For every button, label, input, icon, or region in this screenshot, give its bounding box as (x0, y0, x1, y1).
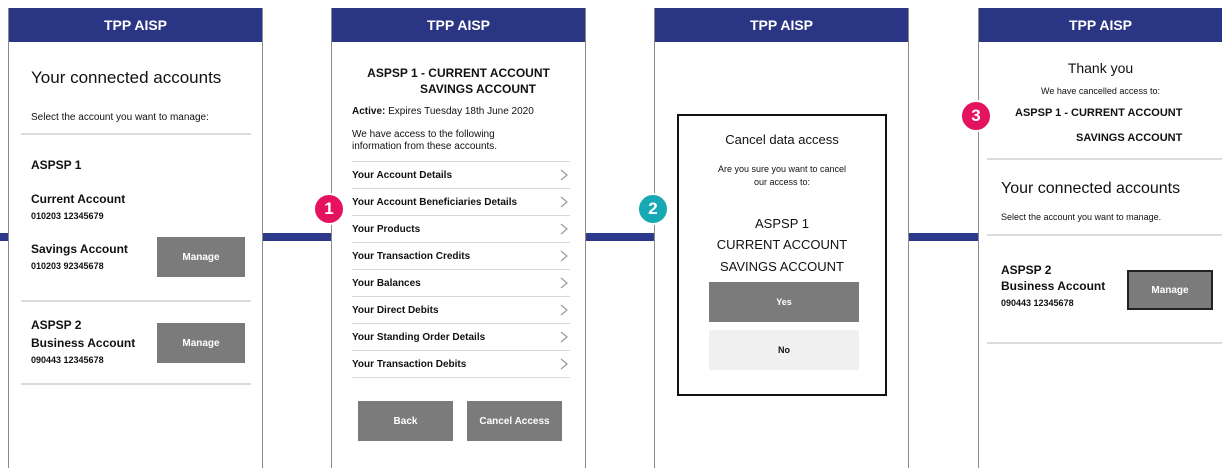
access-item-label: Your Transaction Credits (352, 250, 471, 262)
screen-cancelled-confirmation: TPP AISP Thank you We have cancelled acc… (978, 8, 1222, 468)
chevron-right-icon (558, 358, 570, 370)
screen-account-access: TPP AISP ASPSP 1 - CURRENT ACCOUNT SAVIN… (331, 8, 586, 468)
divider (21, 300, 251, 302)
access-item-row[interactable]: Your Products (352, 215, 570, 242)
app-header: TPP AISP (9, 8, 262, 42)
flow-connector-2 (262, 233, 331, 241)
dialog-bank: ASPSP 1 (755, 216, 809, 231)
access-description: We have access to the following (352, 129, 495, 140)
step-badge-2: 2 (637, 193, 669, 225)
access-item-row[interactable]: Your Direct Debits (352, 296, 570, 323)
chevron-right-icon (558, 304, 570, 316)
divider (21, 383, 251, 385)
access-item-row[interactable]: Your Standing Order Details (352, 323, 570, 350)
access-item-label: Your Standing Order Details (352, 331, 486, 343)
dialog-account: CURRENT ACCOUNT (716, 237, 848, 252)
account-number: 090443 12345678 (31, 355, 104, 365)
yes-button[interactable]: Yes (709, 282, 859, 322)
manage-button[interactable]: Manage (157, 237, 245, 277)
manage-button[interactable]: Manage (1127, 270, 1213, 310)
instruction-text: Select the account you want to manage: (31, 112, 209, 123)
account-name: Savings Account (31, 242, 128, 256)
cancel-access-button[interactable]: Cancel Access (467, 401, 562, 441)
thank-you-title: Thank you (1067, 60, 1134, 76)
flow-connector-1 (0, 233, 8, 241)
bank-name: ASPSP 2 (1001, 263, 1052, 277)
chevron-right-icon (558, 196, 570, 208)
flow-connector-4 (908, 233, 978, 241)
divider (987, 342, 1222, 344)
manage-button[interactable]: Manage (157, 323, 245, 363)
back-button[interactable]: Back (358, 401, 453, 441)
chevron-right-icon (558, 169, 570, 181)
chevron-right-icon (558, 277, 570, 289)
no-button[interactable]: No (709, 330, 859, 370)
account-title: ASPSP 1 - CURRENT ACCOUNT (367, 66, 550, 80)
access-item-label: Your Products (352, 223, 421, 235)
screen-connected-accounts: TPP AISP Your connected accounts Select … (8, 8, 263, 468)
chevron-right-icon (558, 331, 570, 343)
instruction-text: Select the account you want to manage. (1001, 212, 1162, 222)
active-status: Active: Expires Tuesday 18th June 2020 (352, 106, 534, 117)
bank-name: ASPSP 2 (31, 318, 82, 332)
cancelled-account: SAVINGS ACCOUNT (1076, 132, 1183, 144)
account-name: Current Account (31, 192, 126, 206)
cancelled-account: ASPSP 1 - CURRENT ACCOUNT (1015, 107, 1183, 119)
access-item-label: Your Account Beneficiaries Details (352, 196, 518, 208)
access-item-label: Your Balances (352, 277, 421, 289)
divider (987, 234, 1222, 236)
access-item-label: Your Direct Debits (352, 304, 439, 316)
step-badge-3: 3 (960, 100, 992, 132)
flow-connector-3 (585, 233, 654, 241)
dialog-question: Are you sure you want to cancel (717, 164, 847, 174)
account-name: Business Account (1001, 279, 1106, 293)
access-item-label: Your Transaction Debits (352, 358, 467, 370)
app-header: TPP AISP (332, 8, 585, 42)
dialog-question: our access to: (753, 177, 811, 187)
account-number: 010203 92345678 (31, 261, 104, 271)
divider (352, 377, 570, 378)
access-item-label: Your Account Details (352, 169, 453, 181)
access-item-row[interactable]: Your Balances (352, 269, 570, 296)
page-title: Your connected accounts (1001, 180, 1181, 197)
step-badge-1: 1 (313, 193, 345, 225)
cancel-dialog: Cancel data access Are you sure you want… (677, 114, 887, 396)
account-number: 010203 12345679 (31, 211, 104, 221)
page-title: Your connected accounts (31, 68, 222, 87)
access-description: information from these accounts. (352, 141, 498, 152)
chevron-right-icon (558, 223, 570, 235)
dialog-account: SAVINGS ACCOUNT (719, 259, 844, 274)
chevron-right-icon (558, 250, 570, 262)
access-item-row[interactable]: Your Transaction Debits (352, 350, 570, 377)
divider (21, 133, 251, 135)
app-header: TPP AISP (655, 8, 908, 42)
access-item-row[interactable]: Your Transaction Credits (352, 242, 570, 269)
account-title: SAVINGS ACCOUNT (420, 82, 537, 96)
cancelled-text: We have cancelled access to: (1041, 86, 1160, 96)
access-item-row[interactable]: Your Account Beneficiaries Details (352, 188, 570, 215)
account-name: Business Account (31, 336, 136, 350)
dialog-title: Cancel data access (725, 132, 839, 147)
access-item-row[interactable]: Your Account Details (352, 161, 570, 188)
screen-cancel-dialog: TPP AISP Cancel data access Are you sure… (654, 8, 909, 468)
app-header: TPP AISP (979, 8, 1222, 42)
account-number: 090443 12345678 (1001, 298, 1074, 308)
divider (987, 158, 1222, 160)
bank-name: ASPSP 1 (31, 158, 82, 172)
